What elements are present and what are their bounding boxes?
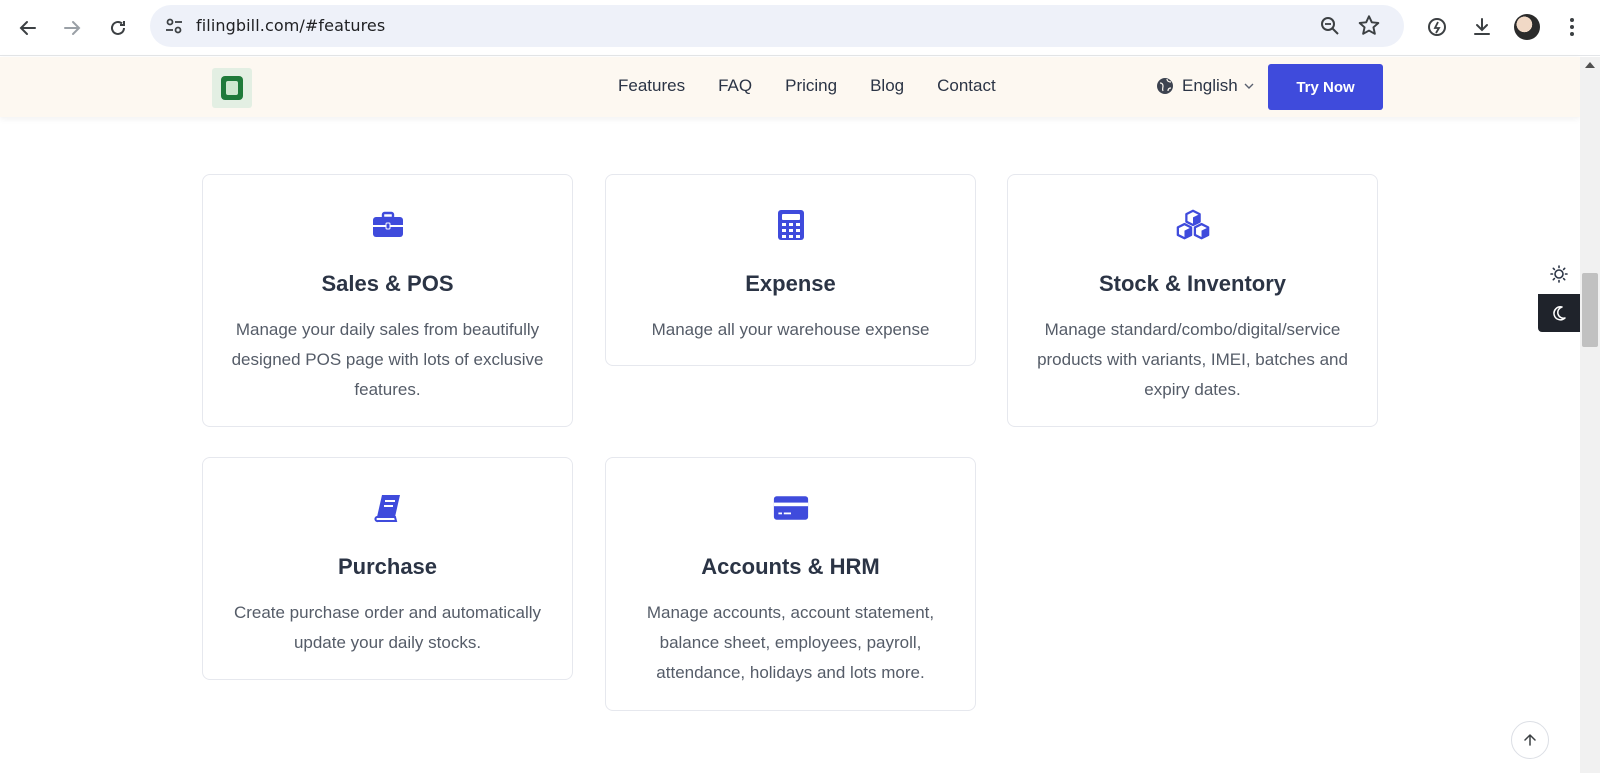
feature-title: Accounts & HRM	[701, 554, 880, 579]
language-label: English	[1182, 76, 1238, 95]
nav-link-features[interactable]: Features	[618, 76, 685, 96]
site-settings-icon[interactable]	[162, 14, 186, 38]
book-icon	[370, 490, 406, 526]
light-mode-button[interactable]	[1538, 255, 1580, 293]
scroll-up-arrow-icon[interactable]	[1585, 62, 1595, 68]
nav-link-pricing[interactable]: Pricing	[785, 76, 837, 96]
feature-title: Stock & Inventory	[1098, 271, 1287, 296]
calculator-icon	[773, 207, 809, 243]
chevron-down-icon	[1244, 83, 1254, 89]
moon-icon	[1553, 306, 1566, 321]
feature-description: Manage standard/combo/digital/service pr…	[1037, 320, 1348, 399]
feature-card-sales-pos: Sales & POS Manage your daily sales from…	[202, 174, 573, 427]
dark-mode-button[interactable]	[1538, 294, 1580, 332]
credit-card-icon	[773, 490, 809, 526]
zoom-icon[interactable]	[1318, 14, 1342, 38]
back-arrow-icon[interactable]	[12, 12, 44, 44]
forward-arrow-icon[interactable]	[56, 12, 88, 44]
theme-toggle	[1538, 255, 1580, 333]
avatar[interactable]	[1514, 14, 1540, 40]
feature-title: Purchase	[337, 554, 438, 579]
scrollbar-thumb[interactable]	[1582, 273, 1598, 347]
nav-link-faq[interactable]: FAQ	[718, 76, 752, 96]
nav-link-contact[interactable]: Contact	[937, 76, 996, 96]
scrollbar-track[interactable]	[1580, 57, 1600, 773]
browser-toolbar: filingbill.com/#features	[0, 0, 1600, 56]
feature-description: Manage your daily sales from beautifully…	[231, 320, 544, 399]
back-to-top-button[interactable]	[1511, 721, 1549, 759]
boxes-icon	[1175, 207, 1211, 243]
extension-icon[interactable]	[1423, 13, 1451, 41]
feature-card-expense: Expense Manage all your warehouse expens…	[605, 174, 976, 366]
feature-title: Expense	[745, 271, 836, 296]
feature-description: Manage accounts, account statement, bala…	[646, 603, 935, 682]
feature-description: Create purchase order and automatically …	[233, 603, 542, 652]
globe-icon	[1157, 78, 1173, 94]
download-icon[interactable]	[1468, 13, 1496, 41]
sun-icon	[1550, 265, 1568, 283]
site-header: Features FAQ Pricing Blog Contact Englis…	[0, 57, 1580, 117]
arrow-up-icon	[1524, 733, 1536, 746]
kebab-menu-icon[interactable]	[1558, 13, 1586, 41]
feature-title: Sales & POS	[321, 271, 454, 296]
site-logo[interactable]	[212, 68, 252, 108]
feature-card-purchase: Purchase Create purchase order and autom…	[202, 457, 573, 680]
address-bar[interactable]: filingbill.com/#features	[150, 5, 1404, 47]
reload-icon[interactable]	[102, 12, 134, 44]
feature-card-accounts-hrm: Accounts & HRM Manage accounts, account …	[605, 457, 976, 711]
briefcase-icon	[370, 207, 406, 243]
bookmark-star-icon[interactable]	[1356, 13, 1382, 39]
language-selector[interactable]: English	[1156, 76, 1254, 96]
feature-description: Manage all your warehouse expense	[651, 320, 930, 339]
try-now-button[interactable]: Try Now	[1268, 64, 1383, 110]
url-text[interactable]: filingbill.com/#features	[196, 16, 385, 35]
nav-link-blog[interactable]: Blog	[870, 76, 904, 96]
logo-mark-icon	[221, 76, 243, 100]
feature-card-stock-inventory: Stock & Inventory Manage standard/combo/…	[1007, 174, 1378, 427]
main-nav: Features FAQ Pricing Blog Contact	[618, 76, 1029, 96]
